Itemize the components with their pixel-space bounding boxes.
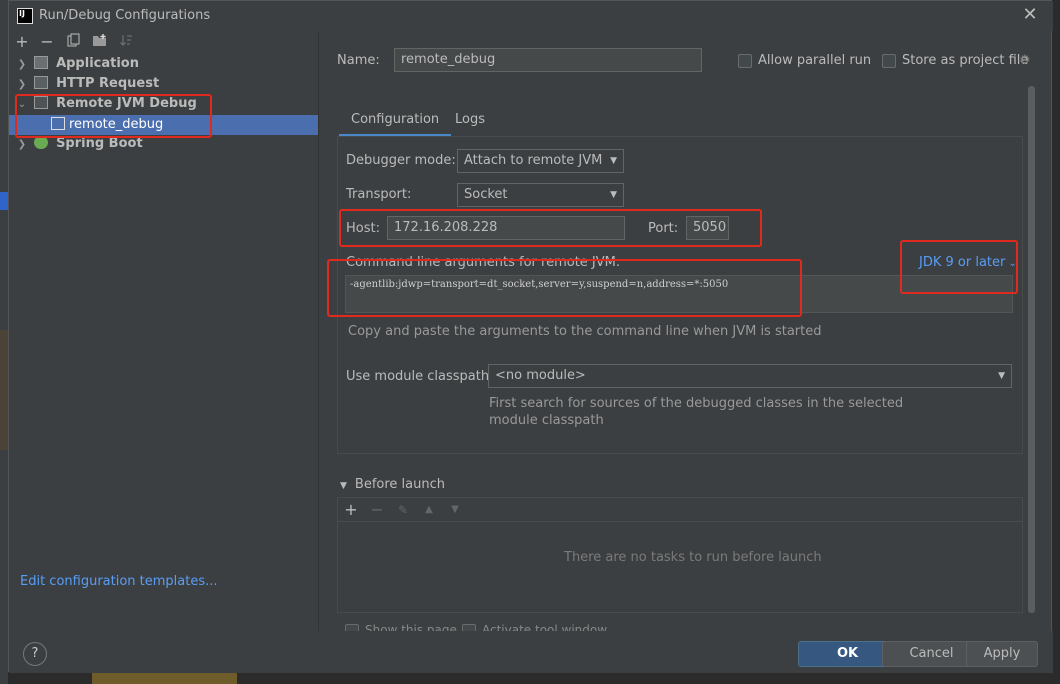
- tree-item-http-request[interactable]: ❯ HTTP Request: [15, 74, 159, 94]
- debugger-mode-label: Debugger mode:: [346, 153, 456, 168]
- chevron-down-icon: ⌄: [1005, 258, 1017, 269]
- title-bar: IJ Run/Debug Configurations ✕: [9, 1, 1053, 31]
- host-label: Host:: [346, 221, 380, 236]
- remove-icon[interactable]: −: [38, 33, 56, 51]
- run-debug-dialog: IJ Run/Debug Configurations ✕ + − ❯ Appl…: [8, 0, 1053, 673]
- module-classpath-value: <no module>: [495, 368, 586, 383]
- add-task-icon[interactable]: +: [342, 501, 360, 519]
- module-classpath-select[interactable]: <no module> ▼: [488, 364, 1012, 388]
- edit-templates-link[interactable]: Edit configuration templates...: [20, 574, 218, 589]
- allow-parallel-label: Allow parallel run: [758, 53, 872, 68]
- chevron-right-icon: ❯: [17, 59, 27, 70]
- transport-label: Transport:: [346, 187, 412, 202]
- debugger-mode-select[interactable]: Attach to remote JVM ▼: [457, 149, 624, 173]
- port-field[interactable]: 5050: [686, 216, 729, 240]
- remove-task-icon: −: [370, 500, 384, 519]
- move-down-icon: ▼: [451, 504, 459, 515]
- tab-configuration[interactable]: Configuration: [339, 105, 452, 137]
- remote-debug-icon: [51, 117, 65, 130]
- tree-item-remote-jvm-debug[interactable]: ⌄ Remote JVM Debug: [15, 94, 197, 114]
- activate-tool-window-label: Activate tool window: [482, 623, 608, 631]
- debugger-mode-value: Attach to remote JVM: [464, 153, 603, 168]
- chevron-down-icon: ⌄: [17, 99, 27, 110]
- cmd-args-label: Command line arguments for remote JVM:: [346, 255, 621, 270]
- sort-icon: [117, 33, 135, 51]
- dialog-title: Run/Debug Configurations: [39, 8, 211, 23]
- tab-logs[interactable]: Logs: [443, 105, 497, 137]
- tree-item-spring-boot[interactable]: ❯ Spring Boot: [15, 134, 143, 154]
- remote-debug-icon: [33, 96, 48, 109]
- before-launch-empty-text: There are no tasks to run before launch: [564, 550, 822, 565]
- close-icon[interactable]: ✕: [1019, 4, 1041, 26]
- copy-icon[interactable]: [65, 33, 83, 51]
- chevron-down-icon: ▼: [340, 481, 347, 491]
- tree-item-label: Application: [56, 56, 139, 71]
- edit-task-icon: ✎: [397, 503, 409, 517]
- name-field[interactable]: remote_debug: [394, 48, 702, 72]
- chevron-down-icon: ▼: [610, 156, 617, 166]
- folder-icon[interactable]: [91, 33, 109, 51]
- backdrop-left-highlight: [0, 192, 8, 210]
- port-label: Port:: [648, 221, 679, 236]
- chevron-down-icon: ▼: [998, 371, 1005, 381]
- show-page-checkbox[interactable]: [345, 624, 359, 631]
- backdrop-bottom-amber: [92, 672, 237, 684]
- activate-tool-window-checkbox[interactable]: [462, 624, 476, 631]
- intellij-app-icon: IJ: [17, 8, 33, 24]
- transport-value: Socket: [464, 187, 508, 202]
- jdk-version-label: JDK 9 or later: [919, 255, 1006, 270]
- module-hint-line-2: module classpath: [489, 413, 604, 428]
- tree-item-application[interactable]: ❯ Application: [15, 54, 139, 74]
- chevron-right-icon: ❯: [17, 79, 27, 90]
- show-page-label: Show this page: [365, 623, 457, 631]
- before-launch-title: Before launch: [354, 477, 446, 492]
- jdk-version-link[interactable]: JDK 9 or later ⌄: [919, 255, 1017, 270]
- module-classpath-label: Use module classpath:: [346, 369, 494, 384]
- before-launch-toolbar: [337, 498, 1023, 522]
- cmd-args-hint: Copy and paste the arguments to the comm…: [348, 324, 822, 339]
- before-launch-toggle[interactable]: ▼ Before launch: [340, 477, 445, 492]
- config-tree-panel: + − ❯ Application ❯ HTTP Request ⌄ Remot…: [9, 31, 319, 631]
- spring-boot-icon: [33, 136, 48, 149]
- help-button[interactable]: ?: [23, 642, 47, 666]
- name-label: Name:: [337, 53, 380, 68]
- store-project-checkbox[interactable]: [882, 54, 896, 68]
- move-up-icon: ▲: [425, 504, 433, 515]
- chevron-down-icon: ▼: [610, 190, 617, 200]
- application-icon: [33, 56, 48, 69]
- tree-item-label: Spring Boot: [56, 136, 143, 151]
- apply-button[interactable]: Apply: [966, 641, 1038, 667]
- module-hint-line-1: First search for sources of the debugged…: [489, 396, 904, 411]
- tree-item-label: Remote JVM Debug: [56, 96, 197, 111]
- tree-item-remote-debug[interactable]: remote_debug: [51, 115, 163, 135]
- partial-options-row: Show this page Activate tool window: [345, 623, 1045, 631]
- host-field[interactable]: 172.16.208.228: [387, 216, 625, 240]
- tree-item-label: remote_debug: [69, 117, 164, 132]
- gear-icon[interactable]: ⚙: [1019, 53, 1031, 68]
- tree-item-label: HTTP Request: [56, 76, 160, 91]
- allow-parallel-checkbox[interactable]: [738, 54, 752, 68]
- chevron-right-icon: ❯: [17, 139, 27, 150]
- api-icon: [33, 76, 48, 89]
- cmd-args-field[interactable]: -agentlib:jdwp=transport=dt_socket,serve…: [345, 275, 1013, 313]
- backdrop-left-amber: [0, 330, 8, 450]
- add-icon[interactable]: +: [13, 33, 31, 51]
- transport-select[interactable]: Socket ▼: [457, 183, 624, 207]
- vertical-scrollbar[interactable]: [1028, 86, 1035, 613]
- store-project-label: Store as project file: [902, 53, 1029, 68]
